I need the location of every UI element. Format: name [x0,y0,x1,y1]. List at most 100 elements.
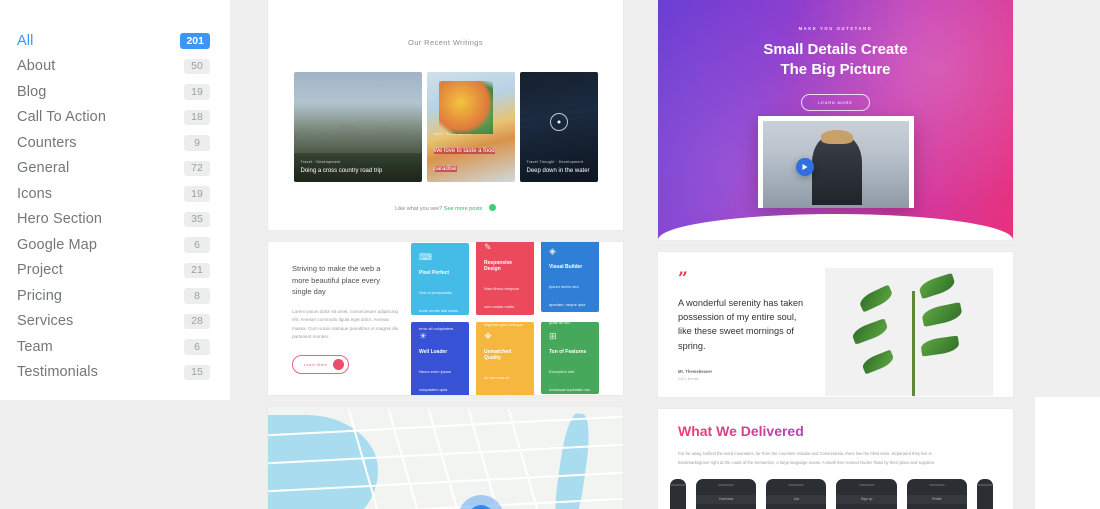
sidebar-item-count: 50 [184,58,210,74]
testimonial-card[interactable]: ” A wonderful serenity has taken possess… [658,252,1013,397]
phone-mockup: Profile [906,479,968,509]
play-icon[interactable] [549,112,568,131]
features-card[interactable]: Striving to make the web a more beautifu… [268,242,623,395]
hero-eyebrow: MAKE YOU OUTSTAND [798,26,873,31]
features-title: Striving to make the web a more beautifu… [292,264,381,297]
hero-content: MAKE YOU OUTSTAND Small Details Create T… [658,0,1013,111]
feature-tile-body: Nam libero tempore cum soluta nobis elig… [484,286,525,327]
blog-tile-meta: Travel · Development [300,159,341,164]
location-marker-icon[interactable] [458,495,504,509]
feature-tile-title: Unmatched Quality [484,349,512,361]
blog-heading: Our Recent Writings [408,38,483,47]
sidebar-item-label: About [17,58,56,75]
sidebar-item-services[interactable]: Services 28 [0,309,230,335]
features-text-block: Striving to make the web a more beautifu… [292,263,399,374]
play-icon[interactable] [795,158,814,176]
phone-mockups: Overview List Sign up Profile [670,479,993,509]
blog-tiles: Travel · Development Doing a cross count… [268,72,623,182]
testimonial-quote: A wonderful serenity has taken possessio… [678,297,804,351]
blog-tile[interactable]: Travel Thought · Development Deep down i… [519,72,598,182]
sidebar-item-project[interactable]: Project 21 [0,258,230,284]
pen-icon: ✎ [484,242,492,252]
blog-tile-meta: Travel Thought · Development [526,159,584,164]
phone-mockup: List [766,479,827,509]
feature-tile-body: At vero eos et accusamus et iusto odio d… [484,375,518,395]
feature-tile[interactable]: ❖ Unmatched Quality At vero eos et accusam… [476,322,534,395]
sidebar-item-label: Project [17,262,63,279]
hero-photo [762,121,909,208]
code-icon: ⌨ [419,252,432,262]
hero-cta-button[interactable]: LEARN MORE [801,93,870,111]
google-map-card[interactable] [268,407,623,509]
sidebar-item-label: Pricing [17,287,63,304]
what-we-delivered-card[interactable]: What We Delivered Far far away, behind t… [658,409,1013,509]
blog-tile[interactable]: Travel · Development Doing a cross count… [293,72,422,182]
hero-title: Small Details Create The Big Picture [658,40,1013,81]
learn-more-button[interactable]: Learn More [292,354,350,374]
blog-tile-title: Deep down in the water [526,167,590,174]
plant-leaf [857,284,895,313]
blog-footer-text: Like what you see? [395,206,443,212]
sidebar-item-all[interactable]: All 201 [0,28,230,54]
sidebar-item-call-to-action[interactable]: Call To Action 18 [0,105,230,131]
feature-tile-title: Well Loader [419,349,448,355]
sidebar-item-label: Google Map [17,236,97,253]
phone-screen-label: List [793,496,799,501]
sidebar-item-team[interactable]: Team 6 [0,334,230,360]
hero-section-card[interactable]: MAKE YOU OUTSTAND Small Details Create T… [658,0,1013,240]
map-water [550,411,594,509]
delivered-heading: What We Delivered [678,423,993,439]
sidebar-item-testimonials[interactable]: Testimonials 15 [0,360,230,386]
feature-tile[interactable]: ⌨ Pixel Perfect Sed ut perspiciatis unde o… [411,243,469,331]
diamond-icon: ❖ [484,331,493,341]
sidebar-item-label: Blog [17,83,47,100]
sidebar-item-label: General [17,160,70,177]
feature-tile-title: Visual Builder [549,263,583,270]
plant-leaf [919,335,960,357]
sidebar-item-general[interactable]: General 72 [0,156,230,182]
sidebar-item-pricing[interactable]: Pricing 8 [0,283,230,309]
sidebar-item-google-map[interactable]: Google Map 6 [0,232,230,258]
feature-tile[interactable]: ⊞ Ton of Features Excepteur sint occaecat … [541,322,599,394]
sidebar-item-hero-section[interactable]: Hero Section 35 [0,207,230,233]
plant-stem [912,291,915,396]
sidebar-item-blog[interactable]: Blog 19 [0,79,230,105]
sidebar-item-counters[interactable]: Counters 9 [0,130,230,156]
map-road [387,408,420,509]
blog-tile[interactable]: Work · Development We love to taste a fo… [426,72,515,182]
sidebar-item-count: 6 [184,339,210,355]
phone-mockup [670,479,686,509]
phone-mockup [977,479,993,509]
quote-icon: ” [678,269,688,289]
feature-tile-body: Ipsum lorem sed aperiam, neque ipsa quae… [549,283,586,325]
layers-icon: ◈ [549,245,556,256]
sidebar-item-count: 9 [184,135,210,151]
blog-tile-caption: Work · Development We love to taste a fo… [433,132,508,175]
sidebar-item-count: 201 [180,33,210,49]
sidebar-item-label: Hero Section [17,211,103,228]
partial-card-right-edge [1035,397,1100,509]
sidebar-item-label: Team [17,338,53,355]
testimonial-text-block: ” A wonderful serenity has taken possess… [678,268,811,381]
sidebar-item-count: 8 [184,288,210,304]
testimonial-image [825,268,993,396]
feature-tile[interactable]: ☀ Well Loader Nemo enim ipsam voluptatem q… [411,322,469,395]
sidebar-item-about[interactable]: About 50 [0,54,230,80]
feature-tile-title: Pixel Perfect [419,270,450,276]
sidebar-item-count: 72 [184,160,210,176]
blog-tile-caption: Travel · Development Doing a cross count… [301,160,415,175]
learn-more-label: Learn More [304,361,328,367]
testimonial-author: Mr. Themebeaver [678,368,713,374]
feature-tiles: ⌨ Pixel Perfect Sed ut perspiciatis unde o… [411,242,599,395]
blog-card[interactable]: Our Recent Writings Travel · Development… [268,0,623,230]
sidebar-item-icons[interactable]: Icons 19 [0,181,230,207]
feature-tile[interactable]: ◈ Visual Builder Ipsum lorem sed aperiam, … [541,242,599,325]
phone-screen-label: Profile [932,496,942,501]
sidebar-item-label: Icons [17,185,53,202]
blog-tile-caption: Travel Thought · Development Deep down i… [527,160,591,175]
sidebar-item-count: 19 [184,84,210,100]
feature-tile[interactable]: ✎ Responsive Design Nam libero tempore cum… [476,242,534,327]
hero-video-thumbnail[interactable] [757,116,914,208]
see-more-posts-link[interactable]: See more posts [444,206,483,212]
phone-mockup: Overview [695,479,757,509]
